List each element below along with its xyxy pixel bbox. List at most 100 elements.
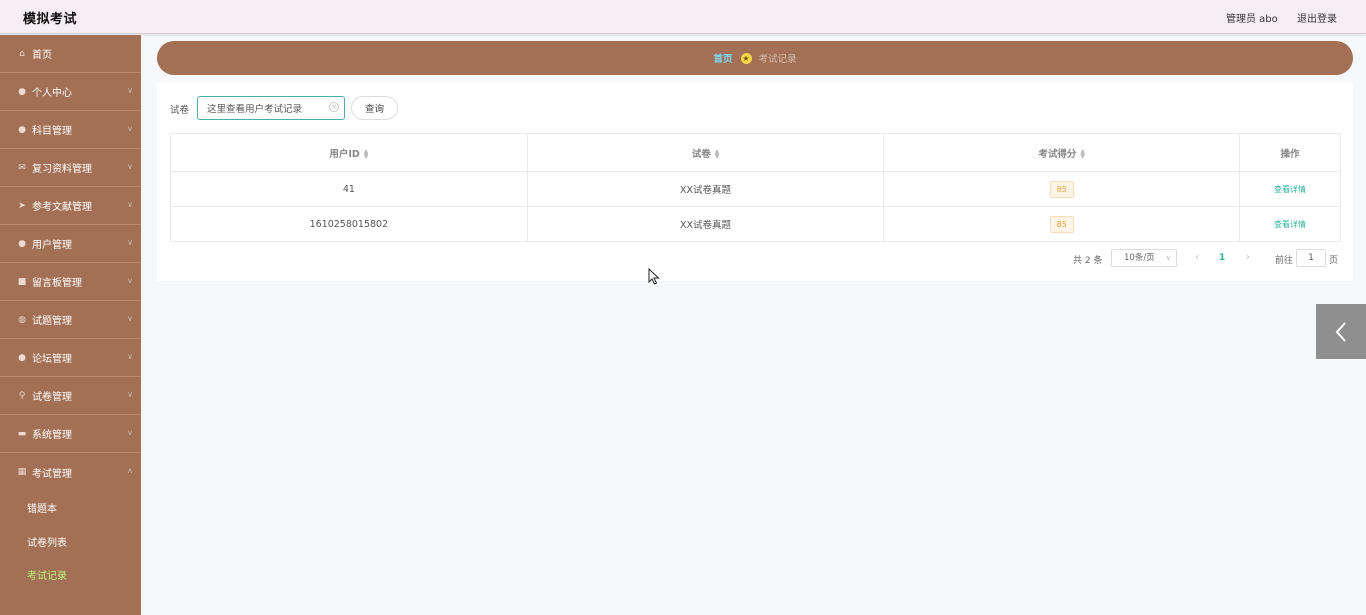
sidebar-item-forum[interactable]: ● 论坛管理 ∨ — [0, 339, 141, 377]
sidebar-item-home[interactable]: ⌂ 首页 — [0, 35, 141, 73]
chevron-down-icon: ∨ — [127, 428, 133, 437]
clear-icon[interactable]: × — [329, 102, 339, 112]
page-number-current[interactable]: 1 — [1219, 253, 1225, 263]
sort-icon[interactable]: ▲ ▼ — [715, 149, 720, 160]
sidebar-item-label: 首页 — [32, 50, 52, 61]
globe-icon: ◍ — [18, 314, 26, 325]
sidebar-item-label: 复习资料管理 — [32, 164, 92, 175]
score-badge: 85 — [1049, 180, 1074, 198]
search-button[interactable]: 查询 — [351, 96, 398, 120]
next-page-button[interactable]: › — [1246, 252, 1250, 263]
main-panel: 试卷 × 查询 用户ID ▲▼ 试卷 ▲▼ 考试得分▲▼ 操作 41 XX试卷真题 … — [157, 82, 1353, 281]
prev-page-button[interactable]: ‹ — [1195, 252, 1199, 263]
sidebar-item-label: 个人中心 — [32, 88, 72, 99]
sidebar-item-exams[interactable]: ▦ 考试管理 ∧ — [0, 453, 141, 491]
column-header-label: 操作 — [1280, 148, 1300, 160]
sidebar-item-label: 考试管理 — [32, 468, 72, 480]
chevron-down-icon: ∨ — [1165, 254, 1171, 262]
sidebar-item-subjects[interactable]: ● 科目管理 ∨ — [0, 111, 141, 149]
view-details-button[interactable]: 查看详情 — [1274, 185, 1306, 194]
column-header-action: 操作 — [1239, 133, 1341, 172]
table-row: 41 XX试卷真题 85 查看详情 — [170, 171, 1341, 207]
chevron-down-icon: ∨ — [127, 390, 133, 399]
column-header-label: 试卷 — [691, 148, 711, 160]
sidebar-item-papers[interactable]: ⚲ 试卷管理 ∨ — [0, 377, 141, 415]
person-icon: ● — [18, 124, 26, 135]
page-size-select[interactable]: 10条/页 ∨ — [1111, 249, 1177, 267]
star-icon: ★ — [740, 52, 752, 64]
table-row: 1610258015802 XX试卷真题 85 查看详情 — [170, 206, 1341, 242]
location-icon: ● — [18, 352, 26, 363]
pagination-total: 共 2 条 — [1073, 256, 1103, 266]
chevron-left-icon — [1335, 321, 1346, 342]
sidebar-item-review-materials[interactable]: ✉ 复习资料管理 ∨ — [0, 149, 141, 187]
top-bar: 模拟考试 管理员 abo 退出登录 — [0, 0, 1366, 34]
sidebar-item-label: 试题管理 — [32, 316, 72, 327]
app-title: 模拟考试 — [23, 12, 78, 27]
records-table: 用户ID ▲ ▼ 试卷 ▲ ▼ 考试得分 ▲ ▼ 操作 41 XX试卷真题 85 查看详情 … — [170, 133, 1341, 242]
cell-action: 查看详情 — [1239, 171, 1341, 207]
cell-score: 85 — [883, 206, 1240, 242]
cell-user-id: 41 — [170, 171, 528, 207]
sort-icon[interactable]: ▲ ▼ — [364, 149, 369, 160]
cell-action: 查看详情 — [1239, 206, 1341, 242]
briefcase-icon: ▬ — [17, 428, 27, 439]
chevron-down-icon: ∨ — [127, 352, 133, 361]
grid-icon: ▦ — [17, 467, 27, 477]
sidebar-item-system[interactable]: ▬ 系统管理 ∨ — [0, 415, 141, 453]
breadcrumb-home[interactable]: 首页 — [713, 51, 732, 65]
search-label: 试卷 — [170, 105, 190, 116]
goto-unit: 页 — [1329, 256, 1339, 266]
pin-icon: ⚲ — [18, 390, 26, 401]
chevron-down-icon: ∨ — [127, 86, 133, 95]
cell-paper: XX试卷真题 — [526, 206, 884, 242]
column-header-score[interactable]: 考试得分 ▲ ▼ — [883, 133, 1240, 172]
send-icon: ➤ — [18, 200, 26, 211]
suitcase-icon: ■ — [17, 276, 27, 287]
search-input[interactable] — [197, 96, 345, 120]
mail-icon: ✉ — [18, 162, 26, 173]
page-size-value: 10条/页 — [1124, 253, 1155, 263]
sidebar-item-message-board[interactable]: ■ 留言板管理 ∨ — [0, 263, 141, 301]
column-header-paper[interactable]: 试卷 ▲ ▼ — [526, 133, 884, 172]
side-panel-toggle[interactable] — [1316, 304, 1366, 359]
sidebar-item-users[interactable]: ● 用户管理 ∨ — [0, 225, 141, 263]
sidebar-item-label: 科目管理 — [32, 126, 72, 137]
chevron-down-icon: ∨ — [127, 162, 133, 171]
user-icon: ● — [18, 86, 26, 97]
breadcrumb: 首页 ★ 考试记录 — [157, 41, 1353, 75]
sidebar-item-references[interactable]: ➤ 参考文献管理 ∨ — [0, 187, 141, 225]
chevron-down-icon: ∨ — [127, 238, 133, 247]
sidebar-item-label: 参考文献管理 — [32, 202, 92, 213]
sidebar-item-personal-center[interactable]: ● 个人中心 ∨ — [0, 73, 141, 111]
cell-score: 85 — [883, 171, 1240, 207]
table-header-row: 用户ID ▲ ▼ 试卷 ▲ ▼ 考试得分 ▲ ▼ 操作 — [170, 133, 1341, 172]
home-icon: ⌂ — [19, 48, 25, 59]
user-icon: ● — [18, 238, 26, 249]
sidebar-item-label: 系统管理 — [32, 430, 72, 441]
current-user: 管理员 abo — [1226, 14, 1278, 25]
sidebar-item-label: 论坛管理 — [32, 354, 72, 365]
sidebar-subitem-paper-list[interactable]: 试卷列表 — [0, 525, 141, 559]
score-badge: 85 — [1049, 215, 1074, 233]
chevron-down-icon: ∨ — [127, 124, 133, 133]
sidebar-subitem-exam-records[interactable]: 考试记录 — [0, 558, 141, 592]
chevron-up-icon: ∧ — [127, 466, 133, 475]
mouse-cursor-icon — [648, 268, 660, 285]
logout-link[interactable]: 退出登录 — [1297, 10, 1337, 25]
breadcrumb-current: 考试记录 — [758, 54, 797, 65]
sidebar: ⌂ 首页 ● 个人中心 ∨ ● 科目管理 ∨ ✉ 复习资料管理 ∨ ➤ 参考文献… — [0, 35, 141, 615]
sidebar-item-label: 试卷管理 — [32, 392, 72, 403]
cell-user-id: 1610258015802 — [170, 206, 528, 242]
column-header-label: 用户ID — [329, 148, 360, 160]
column-header-user-id[interactable]: 用户ID ▲ ▼ — [170, 133, 528, 172]
view-details-button[interactable]: 查看详情 — [1274, 220, 1306, 229]
sort-icon[interactable]: ▲ ▼ — [1080, 149, 1085, 160]
goto-page-input[interactable] — [1296, 249, 1326, 267]
chevron-down-icon: ∨ — [127, 200, 133, 209]
cell-paper: XX试卷真题 — [526, 171, 884, 207]
sidebar-item-label: 留言板管理 — [32, 278, 82, 289]
sidebar-subitem-wrong-questions[interactable]: 错题本 — [0, 491, 141, 525]
sidebar-item-questions[interactable]: ◍ 试题管理 ∨ — [0, 301, 141, 339]
sidebar-item-label: 用户管理 — [32, 240, 72, 251]
